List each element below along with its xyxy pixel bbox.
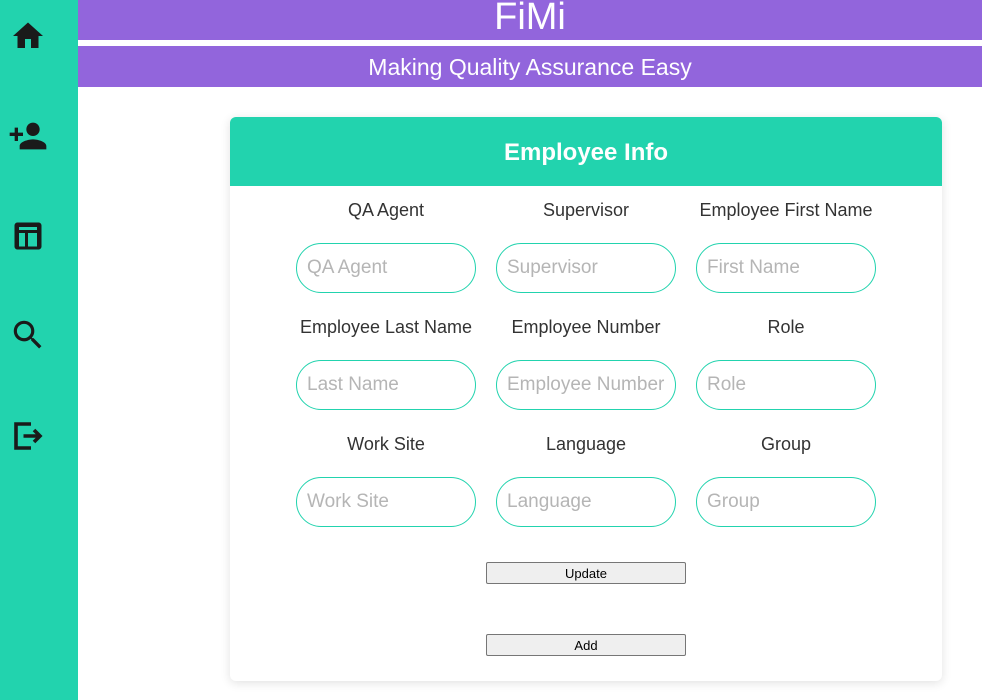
supervisor-label: Supervisor xyxy=(542,200,630,220)
group-input[interactable] xyxy=(696,477,876,527)
work-site-label: Work Site xyxy=(347,434,425,454)
qa-agent-input[interactable] xyxy=(296,243,476,293)
add-button[interactable]: Add xyxy=(486,634,686,656)
first-name-input[interactable] xyxy=(696,243,876,293)
language-input[interactable] xyxy=(496,477,676,527)
card-title: Employee Info xyxy=(230,117,942,186)
role-input[interactable] xyxy=(696,360,876,410)
employee-number-input[interactable] xyxy=(496,360,676,410)
sidebar xyxy=(0,0,78,700)
app-title: FiMi xyxy=(78,0,982,40)
last-name-input[interactable] xyxy=(296,360,476,410)
app-subtitle: Making Quality Assurance Easy xyxy=(78,46,982,87)
group-label: Group xyxy=(760,434,812,454)
supervisor-input[interactable] xyxy=(496,243,676,293)
exit-icon[interactable] xyxy=(8,416,48,456)
search-icon[interactable] xyxy=(8,315,48,355)
language-label: Language xyxy=(545,434,627,454)
work-site-input[interactable] xyxy=(296,477,476,527)
employee-info-card: Employee Info QA Agent Supervisor Employ… xyxy=(230,117,942,681)
add-person-icon[interactable] xyxy=(8,116,48,156)
first-name-label: Employee First Name xyxy=(699,200,873,220)
update-button[interactable]: Update xyxy=(486,562,686,584)
qa-agent-label: QA Agent xyxy=(347,200,425,220)
last-name-label: Employee Last Name xyxy=(299,317,473,337)
role-label: Role xyxy=(767,317,805,337)
table-icon[interactable] xyxy=(8,216,48,256)
employee-number-label: Employee Number xyxy=(511,317,661,337)
home-icon[interactable] xyxy=(8,16,48,56)
